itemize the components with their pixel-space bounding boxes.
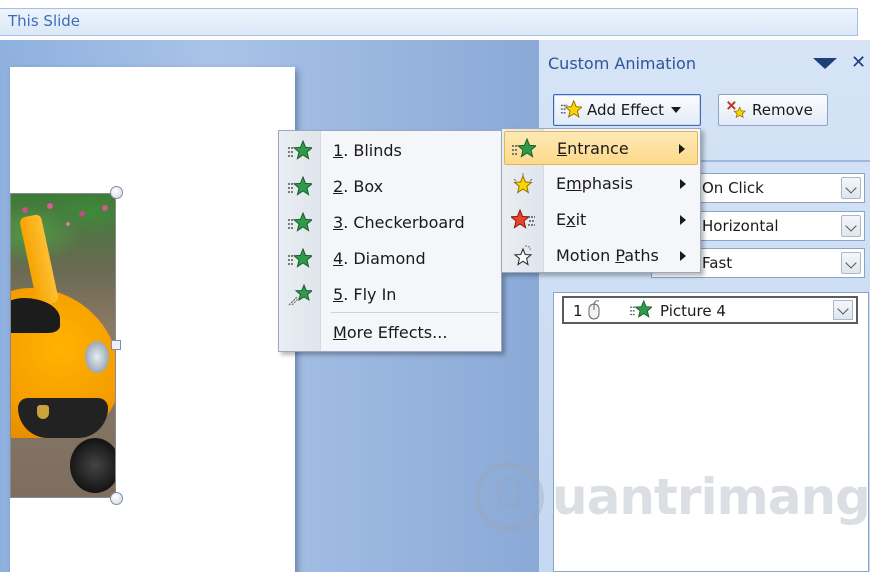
menu-item-label: Entrance bbox=[557, 139, 629, 158]
menu-separator bbox=[331, 312, 499, 313]
menu-item-blinds[interactable]: 1. Blinds bbox=[281, 134, 499, 168]
add-effect-label: Add Effect bbox=[587, 101, 664, 119]
menu-item-label: Exit bbox=[556, 210, 587, 229]
pane-options-arrow-icon[interactable] bbox=[813, 58, 837, 69]
entrance-effect-icon bbox=[630, 300, 652, 318]
menu-item-box[interactable]: 2. Box bbox=[281, 170, 499, 204]
selection-frame bbox=[10, 193, 116, 498]
entrance-effects-menu: 1. Blinds 2. Box 3. Checkerboard 4. Diam… bbox=[278, 130, 502, 352]
menu-item-label: 1. Blinds bbox=[333, 141, 402, 160]
green-star-icon bbox=[288, 212, 312, 232]
menu-item-label: 5. Fly In bbox=[333, 285, 397, 304]
animation-item-dropdown-icon[interactable] bbox=[833, 300, 853, 320]
green-star-fly-icon bbox=[288, 284, 312, 306]
menu-item-entrance[interactable]: Entrance bbox=[504, 131, 698, 165]
mouse-click-icon bbox=[588, 300, 600, 320]
green-star-icon bbox=[288, 140, 312, 160]
menu-item-exit[interactable]: Exit bbox=[504, 203, 698, 237]
menu-item-label: Emphasis bbox=[556, 174, 633, 193]
add-effect-dropdown-icon bbox=[670, 107, 681, 113]
menu-item-label: 2. Box bbox=[333, 177, 384, 196]
menu-item-fly-in[interactable]: 5. Fly In bbox=[281, 278, 499, 312]
exit-star-icon bbox=[511, 209, 535, 229]
watermark: uantrimang bbox=[474, 462, 870, 534]
slide-title-text: This Slide bbox=[8, 12, 81, 30]
submenu-arrow-icon bbox=[680, 251, 686, 261]
submenu-arrow-icon bbox=[679, 144, 685, 154]
resize-handle-top-right[interactable] bbox=[110, 186, 123, 199]
entrance-star-icon bbox=[512, 138, 536, 158]
remove-icon bbox=[727, 101, 747, 119]
slide-title-bar[interactable]: This Slide bbox=[0, 8, 858, 36]
speed-value: Fast bbox=[702, 254, 733, 272]
submenu-arrow-icon bbox=[680, 215, 686, 225]
menu-item-emphasis[interactable]: Emphasis bbox=[504, 167, 698, 201]
menu-item-checkerboard[interactable]: 3. Checkerboard bbox=[281, 206, 499, 240]
emphasis-star-icon bbox=[513, 173, 533, 194]
top-strip: This Slide bbox=[0, 0, 870, 40]
remove-label: Remove bbox=[752, 101, 813, 119]
add-effect-menu: Entrance Emphasis Exit Motion Paths bbox=[501, 128, 701, 273]
submenu-arrow-icon bbox=[680, 179, 686, 189]
menu-item-label: 3. Checkerboard bbox=[333, 213, 465, 232]
green-star-icon bbox=[288, 176, 312, 196]
direction-dropdown-icon[interactable] bbox=[841, 215, 861, 237]
direction-value: Horizontal bbox=[702, 217, 779, 235]
green-star-icon bbox=[288, 248, 312, 268]
menu-item-label: More Effects... bbox=[333, 323, 448, 342]
menu-item-motion-paths[interactable]: Motion Paths bbox=[504, 239, 698, 273]
add-effect-button[interactable]: Add Effect bbox=[553, 94, 701, 126]
add-effect-star-icon bbox=[560, 99, 582, 118]
pane-close-icon[interactable]: ✕ bbox=[851, 52, 866, 73]
animation-order: 1 bbox=[573, 302, 583, 320]
animation-item-name: Picture 4 bbox=[660, 302, 726, 320]
menu-item-more-effects[interactable]: More Effects... bbox=[281, 316, 499, 350]
menu-item-label: Motion Paths bbox=[556, 246, 659, 265]
menu-item-label: 4. Diamond bbox=[333, 249, 426, 268]
start-dropdown-icon[interactable] bbox=[841, 177, 861, 199]
motion-path-star-icon bbox=[513, 245, 533, 266]
animation-list-item[interactable]: 1 Picture 4 bbox=[562, 296, 858, 324]
speed-dropdown-icon[interactable] bbox=[841, 252, 861, 274]
watermark-bulb-icon bbox=[497, 477, 521, 507]
remove-button[interactable]: Remove bbox=[718, 94, 828, 126]
pane-title: Custom Animation bbox=[548, 54, 696, 73]
menu-item-diamond[interactable]: 4. Diamond bbox=[281, 242, 499, 276]
start-value: On Click bbox=[702, 179, 764, 197]
resize-handle-bottom-right[interactable] bbox=[110, 492, 123, 505]
resize-handle-right[interactable] bbox=[111, 340, 121, 350]
watermark-text: uantrimang bbox=[552, 468, 870, 526]
